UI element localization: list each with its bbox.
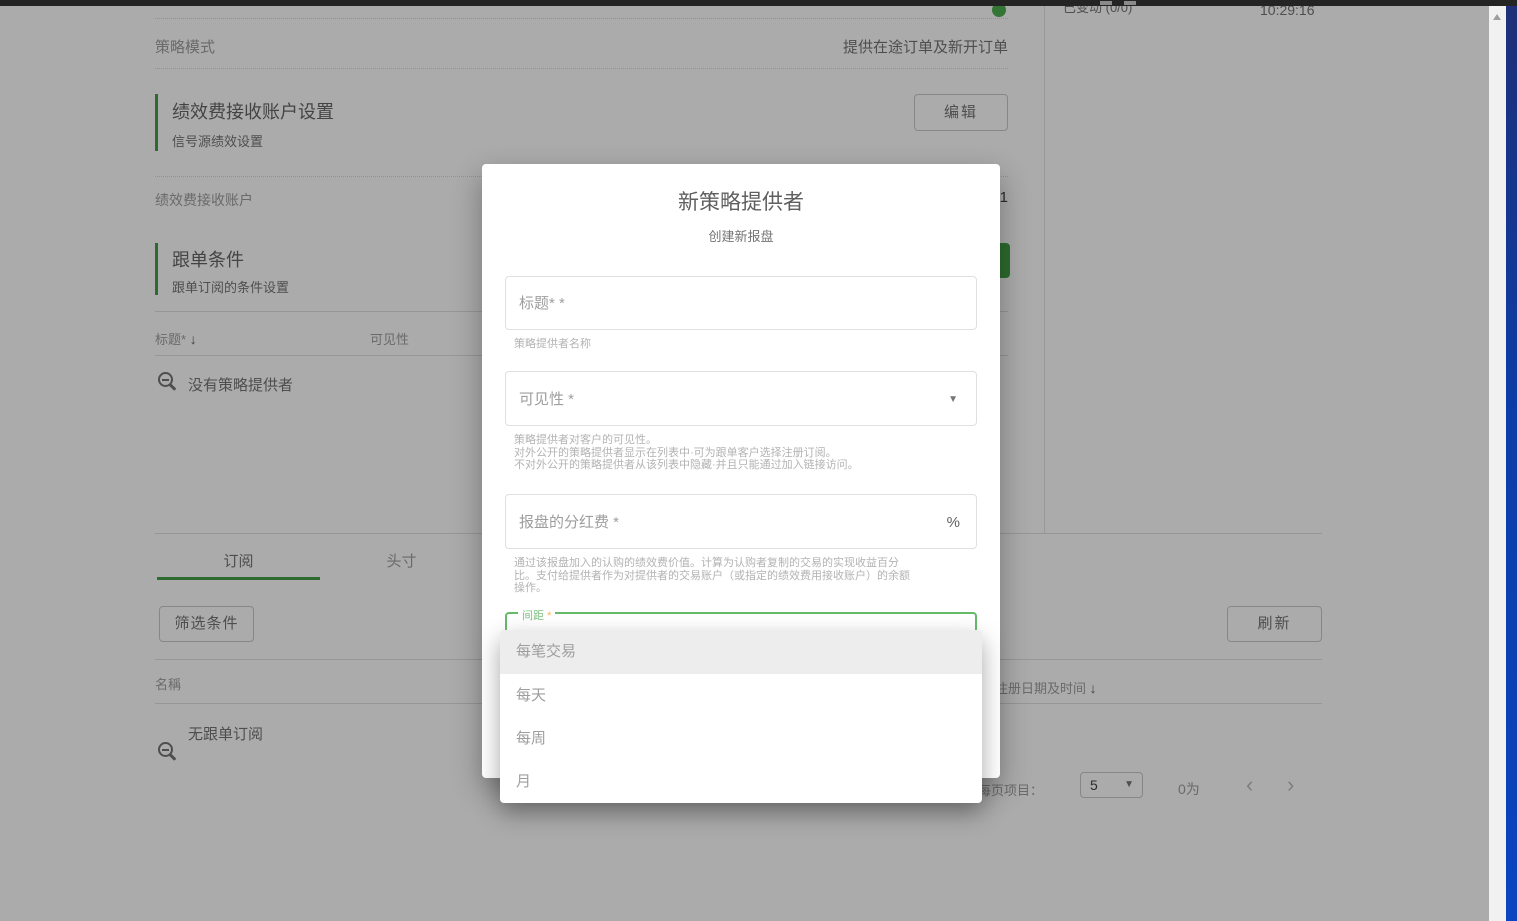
dialog-subtitle: 创建新报盘	[482, 226, 1000, 245]
menu-option-daily[interactable]: 每天	[500, 674, 982, 717]
top-dark-bar	[0, 0, 1517, 6]
screen: 策略模式 提供在途订单及新开订单 绩效费接收账户设置 信号源绩效设置 编辑 绩效…	[0, 0, 1517, 921]
visibility-caret-icon: ▼	[948, 372, 958, 427]
fee-input[interactable]: 报盘的分红费 * %	[505, 494, 977, 549]
scrollbar-track[interactable]	[1489, 6, 1506, 921]
required-asterisk: *	[547, 610, 551, 622]
bar-chip-icon	[1100, 1, 1112, 5]
visibility-label: 可见性 *	[519, 372, 574, 427]
title-helper: 策略提供者名称	[514, 338, 591, 351]
menu-option-monthly[interactable]: 月	[500, 760, 982, 803]
interval-label: 间距 *	[518, 607, 555, 623]
menu-option-weekly[interactable]: 每周	[500, 717, 982, 760]
title-input[interactable]: 标题* *	[505, 276, 977, 330]
title-placeholder: 标题* *	[519, 277, 565, 331]
fee-helper: 通过该报盘加入的认购的绩效费价值。计算为认购者复制的交易的实现收益百分 比。支付…	[514, 557, 966, 595]
menu-option-per-deal[interactable]: 每笔交易	[500, 630, 982, 674]
visibility-helper: 策略提供者对客户的可见性。 对外公开的策略提供者显示在列表中·可为跟单客户选择注…	[514, 434, 959, 472]
scroll-up-icon[interactable]	[1493, 14, 1501, 20]
interval-options-menu: 每笔交易 每天 每周 月	[500, 630, 982, 803]
bar-chip-icon-2	[1124, 1, 1136, 5]
fee-placeholder: 报盘的分红费 *	[519, 495, 619, 550]
fee-suffix: %	[947, 495, 960, 550]
visibility-select[interactable]: 可见性 * ▼	[505, 371, 977, 426]
desktop-edge-strip	[1506, 0, 1517, 921]
dialog-title: 新策略提供者	[482, 186, 1000, 216]
